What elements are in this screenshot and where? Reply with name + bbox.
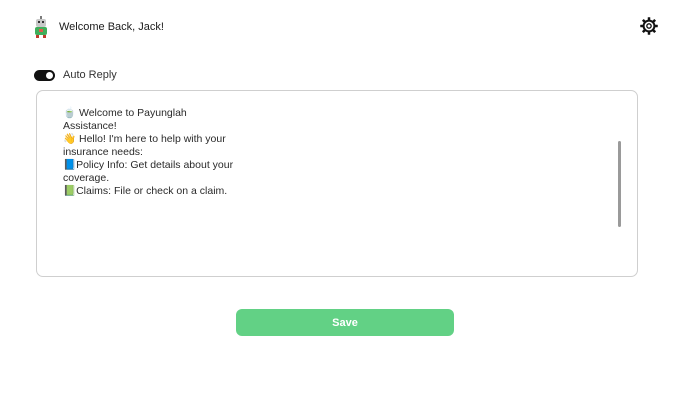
auto-reply-row: Auto Reply — [34, 66, 117, 84]
message-text: 🍵 Welcome to Payunglah Assistance! 👋 Hel… — [63, 107, 234, 197]
header: Welcome Back, Jack! — [32, 14, 662, 40]
save-button[interactable]: Save — [236, 309, 454, 336]
welcome-text: Welcome Back, Jack! — [59, 21, 164, 33]
gear-icon[interactable] — [639, 16, 659, 36]
auto-reply-toggle[interactable] — [34, 69, 55, 81]
auto-reply-label: Auto Reply — [63, 69, 117, 81]
toggle-knob — [46, 71, 53, 79]
page: Welcome Back, Jack! Auto Reply 🍵 Welcome… — [0, 0, 692, 400]
scrollbar[interactable] — [618, 141, 621, 227]
message-textarea[interactable]: 🍵 Welcome to Payunglah Assistance! 👋 Hel… — [36, 90, 638, 277]
robot-avatar-icon — [32, 16, 50, 38]
